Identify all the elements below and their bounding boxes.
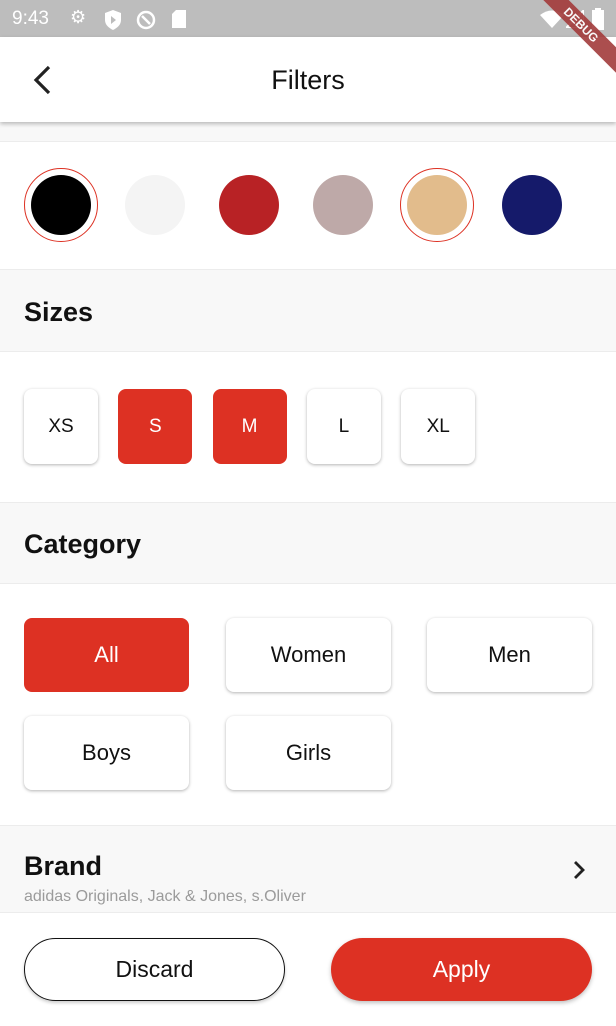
sd-card-icon bbox=[172, 10, 186, 28]
chevron-right-icon bbox=[574, 861, 585, 879]
size-chip-l[interactable]: L bbox=[306, 389, 381, 464]
status-time: 9:43 bbox=[12, 8, 49, 29]
page-title: Filters bbox=[271, 65, 345, 95]
brand-title: Brand bbox=[24, 851, 103, 881]
section-divider bbox=[0, 122, 616, 142]
settings-icon: ⚙ bbox=[70, 7, 87, 27]
shield-icon bbox=[105, 10, 121, 30]
brand-subtitle: adidas Originals, Jack & Jones, s.Oliver bbox=[24, 888, 306, 905]
discard-button[interactable]: Discard bbox=[24, 938, 285, 1001]
color-swatch[interactable] bbox=[407, 175, 467, 235]
color-swatch[interactable] bbox=[125, 175, 185, 235]
brand-row[interactable]: Brand adidas Originals, Jack & Jones, s.… bbox=[0, 825, 616, 913]
category-chip-men[interactable]: Men bbox=[427, 618, 592, 692]
apply-button[interactable]: Apply bbox=[331, 938, 592, 1001]
app-bar: Filters bbox=[0, 37, 616, 122]
sizes-header: Sizes bbox=[0, 269, 616, 352]
category-title: Category bbox=[24, 529, 142, 559]
size-chip-xs[interactable]: XS bbox=[24, 389, 98, 464]
size-chip-s[interactable]: S bbox=[118, 389, 193, 464]
color-swatch[interactable] bbox=[502, 175, 562, 235]
sizes-title: Sizes bbox=[24, 297, 94, 327]
status-bar: 9:43 ⚙ bbox=[0, 0, 616, 37]
category-header: Category bbox=[0, 502, 616, 584]
sync-icon bbox=[136, 10, 156, 30]
size-chip-xl[interactable]: XL bbox=[401, 389, 476, 464]
category-chip-boys[interactable]: Boys bbox=[24, 716, 189, 790]
category-chip-women[interactable]: Women bbox=[226, 618, 391, 692]
color-swatch[interactable] bbox=[313, 175, 373, 235]
color-swatch[interactable] bbox=[219, 175, 279, 235]
color-swatch[interactable] bbox=[31, 175, 91, 235]
size-chip-m[interactable]: M bbox=[212, 389, 287, 464]
category-chip-all[interactable]: All bbox=[24, 618, 189, 692]
category-chip-girls[interactable]: Girls bbox=[226, 716, 391, 790]
